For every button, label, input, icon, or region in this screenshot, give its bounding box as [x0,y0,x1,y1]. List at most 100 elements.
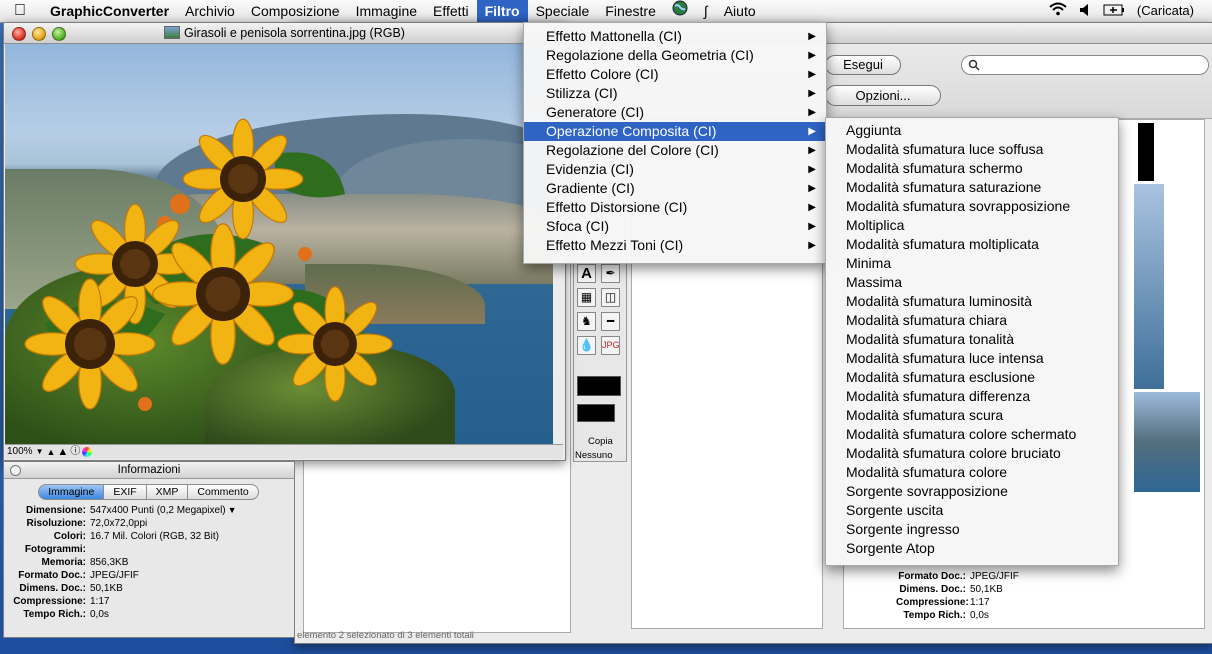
menu-item-mattonella[interactable]: Effetto Mattonella (CI) ▶ [524,27,826,46]
foreground-color-swatch[interactable] [577,376,621,396]
submenu-arrow-icon: ▶ [808,126,816,137]
menu-item-regolazione-colore[interactable]: Regolazione del Colore (CI) ▶ [524,141,826,160]
mountain-small-icon[interactable]: ▲ [47,445,56,459]
menu-item-stilizza[interactable]: Stilizza (CI) ▶ [524,84,826,103]
menu-item-generatore[interactable]: Generatore (CI) ▶ [524,103,826,122]
menu-item-mezzi-toni[interactable]: Effetto Mezzi Toni (CI) ▶ [524,236,826,255]
menu-item-evidenzia[interactable]: Evidenzia (CI) ▶ [524,160,826,179]
copy-mode-label[interactable]: Copia [588,436,613,447]
info-row: Dimensione: 547x400 Punti (0,2 Megapixel)… [25,504,237,517]
zoom-button[interactable] [52,27,66,41]
submenu-item[interactable]: Moltiplica [826,216,1118,235]
menu-item-colore[interactable]: Effetto Colore (CI) ▶ [524,65,826,84]
menu-item-geometria[interactable]: Regolazione della Geometria (CI) ▶ [524,46,826,65]
submenu-item[interactable]: Modalità sfumatura esclusione [826,368,1118,387]
script-menu-icon[interactable]: ∫ [696,0,716,22]
menu-item-distorsione[interactable]: Effetto Distorsione (CI) ▶ [524,198,826,217]
options-button[interactable]: Opzioni... [825,85,941,106]
run-button[interactable]: Esegui [825,55,901,75]
submenu-item[interactable]: Modalità sfumatura moltiplicata [826,235,1118,254]
close-button[interactable] [12,27,26,41]
preview-info: Formato Doc.: JPEG/JFIF Dimens. Doc.: 50,1… [896,571,1019,621]
submenu-item[interactable]: Modalità sfumatura luce intensa [826,349,1118,368]
status-bar: elemento 2 selezionato di 3 elementi tot… [297,630,474,641]
submenu-item[interactable]: Modalità sfumatura luminosità [826,292,1118,311]
submenu-item[interactable]: Modalità sfumatura schermo [826,159,1118,178]
wifi-icon[interactable] [1043,0,1073,22]
tab-xmp[interactable]: XMP [145,484,189,500]
zoom-level[interactable]: 100% [5,445,33,459]
menu-bar:  GraphicConverter Archivio Composizione… [0,0,1212,23]
submenu-item[interactable]: Sorgente ingresso [826,520,1118,539]
info-icon[interactable]: ⓘ [70,445,80,459]
menu-aiuto[interactable]: Aiuto [716,0,764,22]
submenu-item[interactable]: Modalità sfumatura colore [826,463,1118,482]
submenu-item[interactable]: Sorgente sovrapposizione [826,482,1118,501]
submenu-arrow-icon: ▶ [808,50,816,61]
zoom-dropdown-icon[interactable]: ▼ [36,445,44,459]
mountain-large-icon[interactable]: ▲ [57,445,68,459]
globe-script-icon[interactable] [664,0,696,22]
menu-composizione[interactable]: Composizione [243,0,348,22]
image-window-titlebar[interactable]: Girasoli e penisola sorrentina.jpg (RGB) [4,23,565,44]
submenu-item[interactable]: Modalità sfumatura sovrapposizione [826,197,1118,216]
submenu-item[interactable]: Modalità sfumatura colore bruciato [826,444,1118,463]
tab-immagine[interactable]: Immagine [38,484,105,500]
menu-app-name[interactable]: GraphicConverter [42,0,177,22]
info-row: Dimens. Doc.: 50,1KB [19,583,123,594]
apple-menu-icon[interactable]:  [0,0,42,22]
submenu-arrow-icon: ▶ [808,31,816,42]
ruler-tool-icon[interactable]: ━ [601,312,620,331]
info-row: Formato Doc.: JPEG/JFIF [18,570,139,581]
search-input[interactable] [961,55,1209,75]
color-wheel-icon[interactable] [82,447,93,457]
layout-tool-icon[interactable]: ◫ [601,288,620,307]
submenu-item[interactable]: Modalità sfumatura chiara [826,311,1118,330]
submenu-item[interactable]: Modalità sfumatura differenza [826,387,1118,406]
submenu-item[interactable]: Modalità sfumatura saturazione [826,178,1118,197]
preview-thumb-2[interactable] [1134,392,1200,492]
volume-icon[interactable] [1073,0,1097,22]
submenu-item[interactable]: Minima [826,254,1118,273]
info-panel-titlebar[interactable]: Informazioni [4,462,294,479]
menu-effetti[interactable]: Effetti [425,0,477,22]
submenu-item[interactable]: Massima [826,273,1118,292]
menu-filtro[interactable]: Filtro [476,0,528,22]
film-tool-icon[interactable]: ▦ [577,288,596,307]
jpg-tool-icon[interactable]: JPG [601,336,620,355]
menu-item-sfoca[interactable]: Sfoca (CI) ▶ [524,217,826,236]
minimize-button[interactable] [32,27,46,41]
dimension-dropdown-icon[interactable]: ▼ [228,504,237,517]
eyedropper-tool-icon[interactable]: ✒ [601,264,620,283]
text-tool-icon[interactable]: A [577,264,596,283]
none-mode-label[interactable]: Nessuno [575,450,613,461]
background-color-swatch[interactable] [577,404,615,422]
composite-submenu: Aggiunta Modalità sfumatura luce soffusa… [825,117,1119,566]
menu-archivio[interactable]: Archivio [177,0,243,22]
submenu-item[interactable]: Modalità sfumatura scura [826,406,1118,425]
tab-commento[interactable]: Commento [187,484,259,500]
menu-immagine[interactable]: Immagine [348,0,425,22]
menu-finestre[interactable]: Finestre [597,0,664,22]
menu-item-composita[interactable]: Operazione Composita (CI) ▶ [524,122,826,141]
stamp-tool-icon[interactable]: ♞ [577,312,596,331]
info-details: Dimensione: 547x400 Punti (0,2 Megapixel)… [4,504,294,621]
submenu-arrow-icon: ▶ [808,183,816,194]
submenu-item[interactable]: Modalità sfumatura tonalità [826,330,1118,349]
tab-exif[interactable]: EXIF [103,484,147,500]
info-close-icon[interactable] [10,465,21,476]
sunflowers-graphic [24,118,393,411]
submenu-item[interactable]: Modalità sfumatura colore schermato [826,425,1118,444]
drop-tool-icon[interactable]: 💧 [577,336,596,355]
submenu-item[interactable]: Sorgente uscita [826,501,1118,520]
menu-item-gradiente[interactable]: Gradiente (CI) ▶ [524,179,826,198]
submenu-item[interactable]: Modalità sfumatura luce soffusa [826,140,1118,159]
menu-speciale[interactable]: Speciale [528,0,598,22]
battery-icon[interactable] [1097,0,1131,22]
battery-status[interactable]: (Caricata) [1131,0,1212,22]
submenu-item[interactable]: Sorgente Atop [826,539,1118,558]
submenu-item[interactable]: Aggiunta [826,121,1118,140]
submenu-arrow-icon: ▶ [808,164,816,175]
preview-thumb-1[interactable] [1134,184,1164,389]
sunflower-photo[interactable] [5,44,553,444]
